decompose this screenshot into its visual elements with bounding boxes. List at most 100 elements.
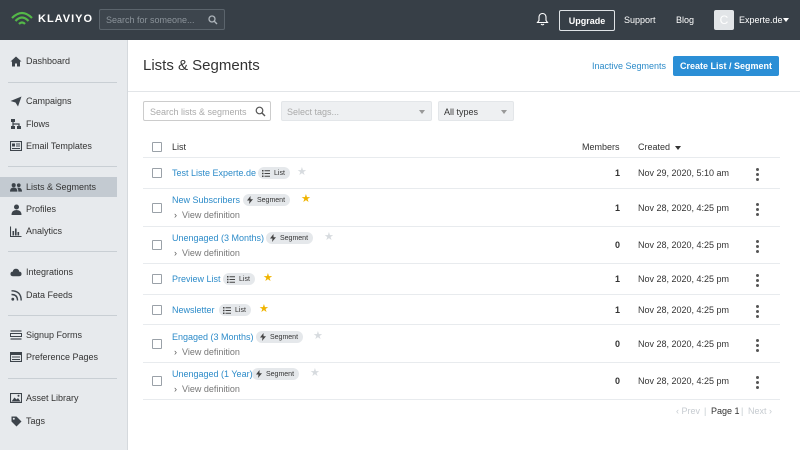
members-count: 0 xyxy=(614,339,620,349)
type-badge-label: Segment xyxy=(266,370,295,378)
flow-icon xyxy=(10,118,22,130)
user-icon xyxy=(10,203,22,215)
chevron-right-icon: › xyxy=(174,347,177,357)
home-icon xyxy=(10,55,22,67)
column-header-created[interactable]: Created xyxy=(638,142,670,152)
view-definition-toggle[interactable]: › View definition xyxy=(174,384,240,394)
prev-page-button[interactable]: ‹ Prev xyxy=(676,406,700,416)
column-header-list[interactable]: List xyxy=(172,142,186,152)
create-list-segment-button[interactable]: Create List / Segment xyxy=(673,56,779,76)
list-name-link[interactable]: Preview List xyxy=(172,274,221,284)
created-date: Nov 28, 2020, 4:25 pm xyxy=(638,305,730,315)
chevron-down-icon[interactable] xyxy=(783,18,789,22)
star-icon[interactable]: ★ xyxy=(259,304,269,315)
lightning-icon xyxy=(270,234,276,242)
list-name-link[interactable]: Engaged (3 Months) xyxy=(172,332,254,342)
members-count: 1 xyxy=(614,203,620,213)
next-page-button[interactable]: Next › xyxy=(748,406,772,416)
star-icon[interactable]: ★ xyxy=(310,368,320,379)
inactive-segments-link[interactable]: Inactive Segments xyxy=(592,61,666,71)
logo[interactable]: KLAVIYO xyxy=(11,11,93,27)
sidebar-item-label: Flows xyxy=(26,119,50,129)
created-date: Nov 28, 2020, 4:25 pm xyxy=(638,274,730,284)
more-actions-icon[interactable] xyxy=(756,240,759,255)
created-date: Nov 29, 2020, 5:10 am xyxy=(638,168,730,178)
row-checkbox[interactable] xyxy=(152,240,162,250)
sidebar-item-label: Data Feeds xyxy=(26,290,73,300)
column-header-members[interactable]: Members xyxy=(582,142,620,152)
list-icon xyxy=(262,169,270,177)
type-select[interactable]: All types xyxy=(438,101,514,121)
row-checkbox[interactable] xyxy=(152,376,162,386)
row-divider xyxy=(143,188,780,189)
select-all-checkbox[interactable] xyxy=(152,142,162,152)
sidebar-item-dashboard[interactable]: Dashboard xyxy=(0,51,117,71)
blog-link[interactable]: Blog xyxy=(676,15,694,25)
more-actions-icon[interactable] xyxy=(756,305,759,320)
sidebar-item-flows[interactable]: Flows xyxy=(0,114,117,134)
tags-select[interactable]: Select tags... xyxy=(281,101,432,121)
row-checkbox[interactable] xyxy=(152,339,162,349)
sidebar-item-analytics[interactable]: Analytics xyxy=(0,221,117,241)
view-definition-toggle[interactable]: › View definition xyxy=(174,248,240,258)
type-badge-segment: Segment xyxy=(256,331,304,343)
type-badge-label: Segment xyxy=(257,196,286,204)
created-date: Nov 28, 2020, 4:25 pm xyxy=(638,339,730,349)
sidebar-item-asset-library[interactable]: Asset Library xyxy=(0,388,117,408)
members-count: 1 xyxy=(614,305,620,315)
type-badge-list: List xyxy=(223,273,255,285)
sidebar-item-tags[interactable]: Tags xyxy=(0,411,117,431)
more-actions-icon[interactable] xyxy=(756,274,759,289)
list-name-link[interactable]: Test Liste Experte.de xyxy=(172,168,256,178)
tag-icon xyxy=(10,415,22,427)
star-icon[interactable]: ★ xyxy=(301,194,311,205)
more-actions-icon[interactable] xyxy=(756,339,759,354)
star-icon[interactable]: ★ xyxy=(313,331,323,342)
star-icon[interactable]: ★ xyxy=(297,167,307,178)
account-name[interactable]: Experte.de xyxy=(739,15,783,25)
upgrade-button[interactable]: Upgrade xyxy=(559,10,615,31)
global-search-input[interactable]: Search for someone... xyxy=(99,9,225,30)
page-title: Lists & Segments xyxy=(143,57,260,74)
more-actions-icon[interactable] xyxy=(756,203,759,218)
list-name-link[interactable]: Unengaged (1 Year) xyxy=(172,369,253,379)
sidebar-item-signup-forms[interactable]: Signup Forms xyxy=(0,325,117,345)
sidebar-item-preference-pages[interactable]: Preference Pages xyxy=(0,347,117,367)
star-icon[interactable]: ★ xyxy=(263,273,273,284)
bell-icon[interactable] xyxy=(536,12,549,26)
sidebar-item-label: Signup Forms xyxy=(26,330,83,340)
created-date: Nov 28, 2020, 4:25 pm xyxy=(638,240,730,250)
search-icon xyxy=(255,106,266,117)
sidebar-item-lists-segments[interactable]: Lists & Segments xyxy=(0,177,117,197)
view-definition-toggle[interactable]: › View definition xyxy=(174,210,240,220)
cloud-icon xyxy=(10,266,22,278)
list-search-input[interactable]: Search lists & segments xyxy=(143,101,271,121)
avatar[interactable]: C xyxy=(714,10,734,30)
sidebar-item-campaigns[interactable]: Campaigns xyxy=(0,91,117,111)
sidebar-item-data-feeds[interactable]: Data Feeds xyxy=(0,285,117,305)
type-badge-segment: Segment xyxy=(252,368,300,380)
type-badge-label: Segment xyxy=(280,234,309,242)
chevron-right-icon: › xyxy=(174,248,177,258)
row-checkbox[interactable] xyxy=(152,168,162,178)
list-name-link[interactable]: Unengaged (3 Months) xyxy=(172,233,264,243)
list-name-link[interactable]: New Subscribers xyxy=(172,195,240,205)
row-checkbox[interactable] xyxy=(152,203,162,213)
sidebar-item-email-templates[interactable]: Email Templates xyxy=(0,136,117,156)
more-actions-icon[interactable] xyxy=(756,168,759,183)
type-badge-segment: Segment xyxy=(243,194,291,206)
sidebar-item-integrations[interactable]: Integrations xyxy=(0,262,117,282)
row-checkbox[interactable] xyxy=(152,305,162,315)
current-page-label: Page 1 xyxy=(711,406,740,416)
star-icon[interactable]: ★ xyxy=(324,232,334,243)
list-icon xyxy=(227,275,235,283)
sidebar-item-profiles[interactable]: Profiles xyxy=(0,199,117,219)
more-actions-icon[interactable] xyxy=(756,376,759,391)
members-count: 0 xyxy=(614,376,620,386)
view-definition-toggle[interactable]: › View definition xyxy=(174,347,240,357)
sort-descending-icon[interactable] xyxy=(675,146,681,150)
brand-name: KLAVIYO xyxy=(38,13,94,25)
list-name-link[interactable]: Newsletter xyxy=(172,305,215,315)
row-checkbox[interactable] xyxy=(152,274,162,284)
support-link[interactable]: Support xyxy=(624,15,656,25)
